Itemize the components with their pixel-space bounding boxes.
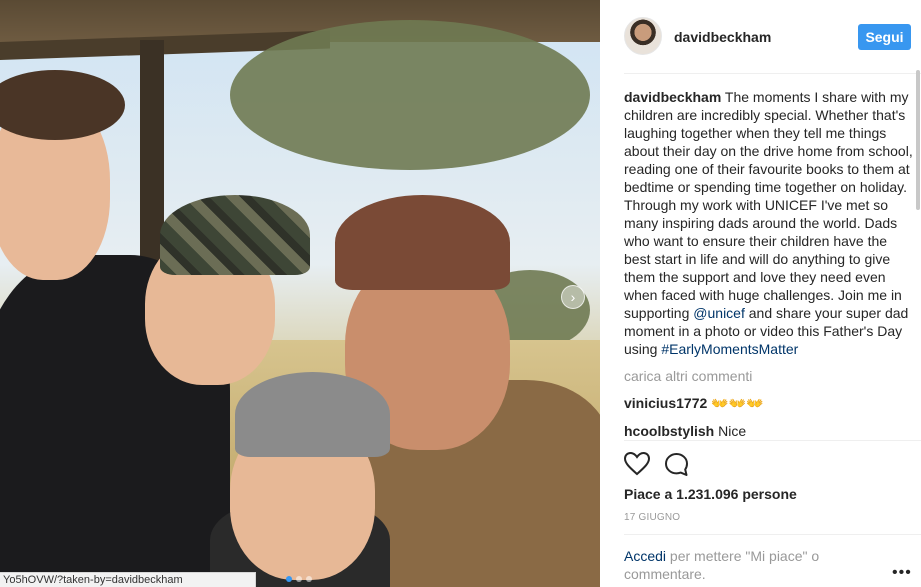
post-date[interactable]: 17 GIUGNO <box>624 512 680 523</box>
camo-cap <box>160 195 310 275</box>
comment-text: Nice <box>718 423 747 439</box>
comment-item: vinicius1772 👐👐👐 <box>624 394 914 412</box>
brown-cap <box>335 195 510 290</box>
post-header: davidbeckham Segui <box>600 0 921 74</box>
grey-cap <box>235 372 390 457</box>
post-photo[interactable]: › <box>0 0 600 587</box>
acacia-tree <box>230 20 590 170</box>
carousel-dot[interactable] <box>286 576 292 582</box>
header-divider <box>624 73 921 74</box>
comments-list[interactable]: davidbeckham The moments I share with my… <box>624 88 914 440</box>
carousel-dot[interactable] <box>296 576 302 582</box>
comment-text: 👐👐👐 <box>711 395 764 411</box>
chevron-right-icon[interactable]: › <box>561 285 585 309</box>
username[interactable]: davidbeckham <box>674 29 771 45</box>
scrollbar-thumb[interactable] <box>916 70 920 210</box>
more-options-icon[interactable]: ••• <box>892 564 912 582</box>
comment-bubble-icon[interactable] <box>664 452 689 477</box>
caption-mention-link[interactable]: @unicef <box>693 305 745 321</box>
caption: davidbeckham The moments I share with my… <box>624 88 914 358</box>
caption-hashtag-link[interactable]: #EarlyMomentsMatter <box>661 341 798 357</box>
bottom-divider <box>624 534 921 535</box>
carousel-dot[interactable] <box>306 576 312 582</box>
avatar[interactable] <box>624 17 662 55</box>
follow-button[interactable]: Segui <box>858 24 911 50</box>
load-more-comments[interactable]: carica altri commenti <box>624 368 914 384</box>
heart-icon[interactable] <box>624 452 650 476</box>
login-prompt: Accedi per mettere "Mi piace" o commenta… <box>624 547 864 583</box>
login-link[interactable]: Accedi <box>624 548 666 564</box>
comment-username[interactable]: hcoolbstylish <box>624 423 714 439</box>
hair-left <box>0 70 125 140</box>
actions-divider <box>624 440 921 441</box>
caption-username[interactable]: davidbeckham <box>624 89 721 105</box>
likes-count[interactable]: Piace a 1.231.096 persone <box>624 486 797 502</box>
caption-text: The moments I share with my children are… <box>624 89 913 321</box>
post-sidebar: davidbeckham Segui davidbeckham The mome… <box>600 0 921 587</box>
carousel-dots <box>286 576 312 582</box>
status-bar-url: Yo5hOVW/?taken-by=davidbeckham <box>0 572 256 587</box>
comment-item: hcoolbstylish Nice <box>624 422 914 440</box>
comment-username[interactable]: vinicius1772 <box>624 395 707 411</box>
